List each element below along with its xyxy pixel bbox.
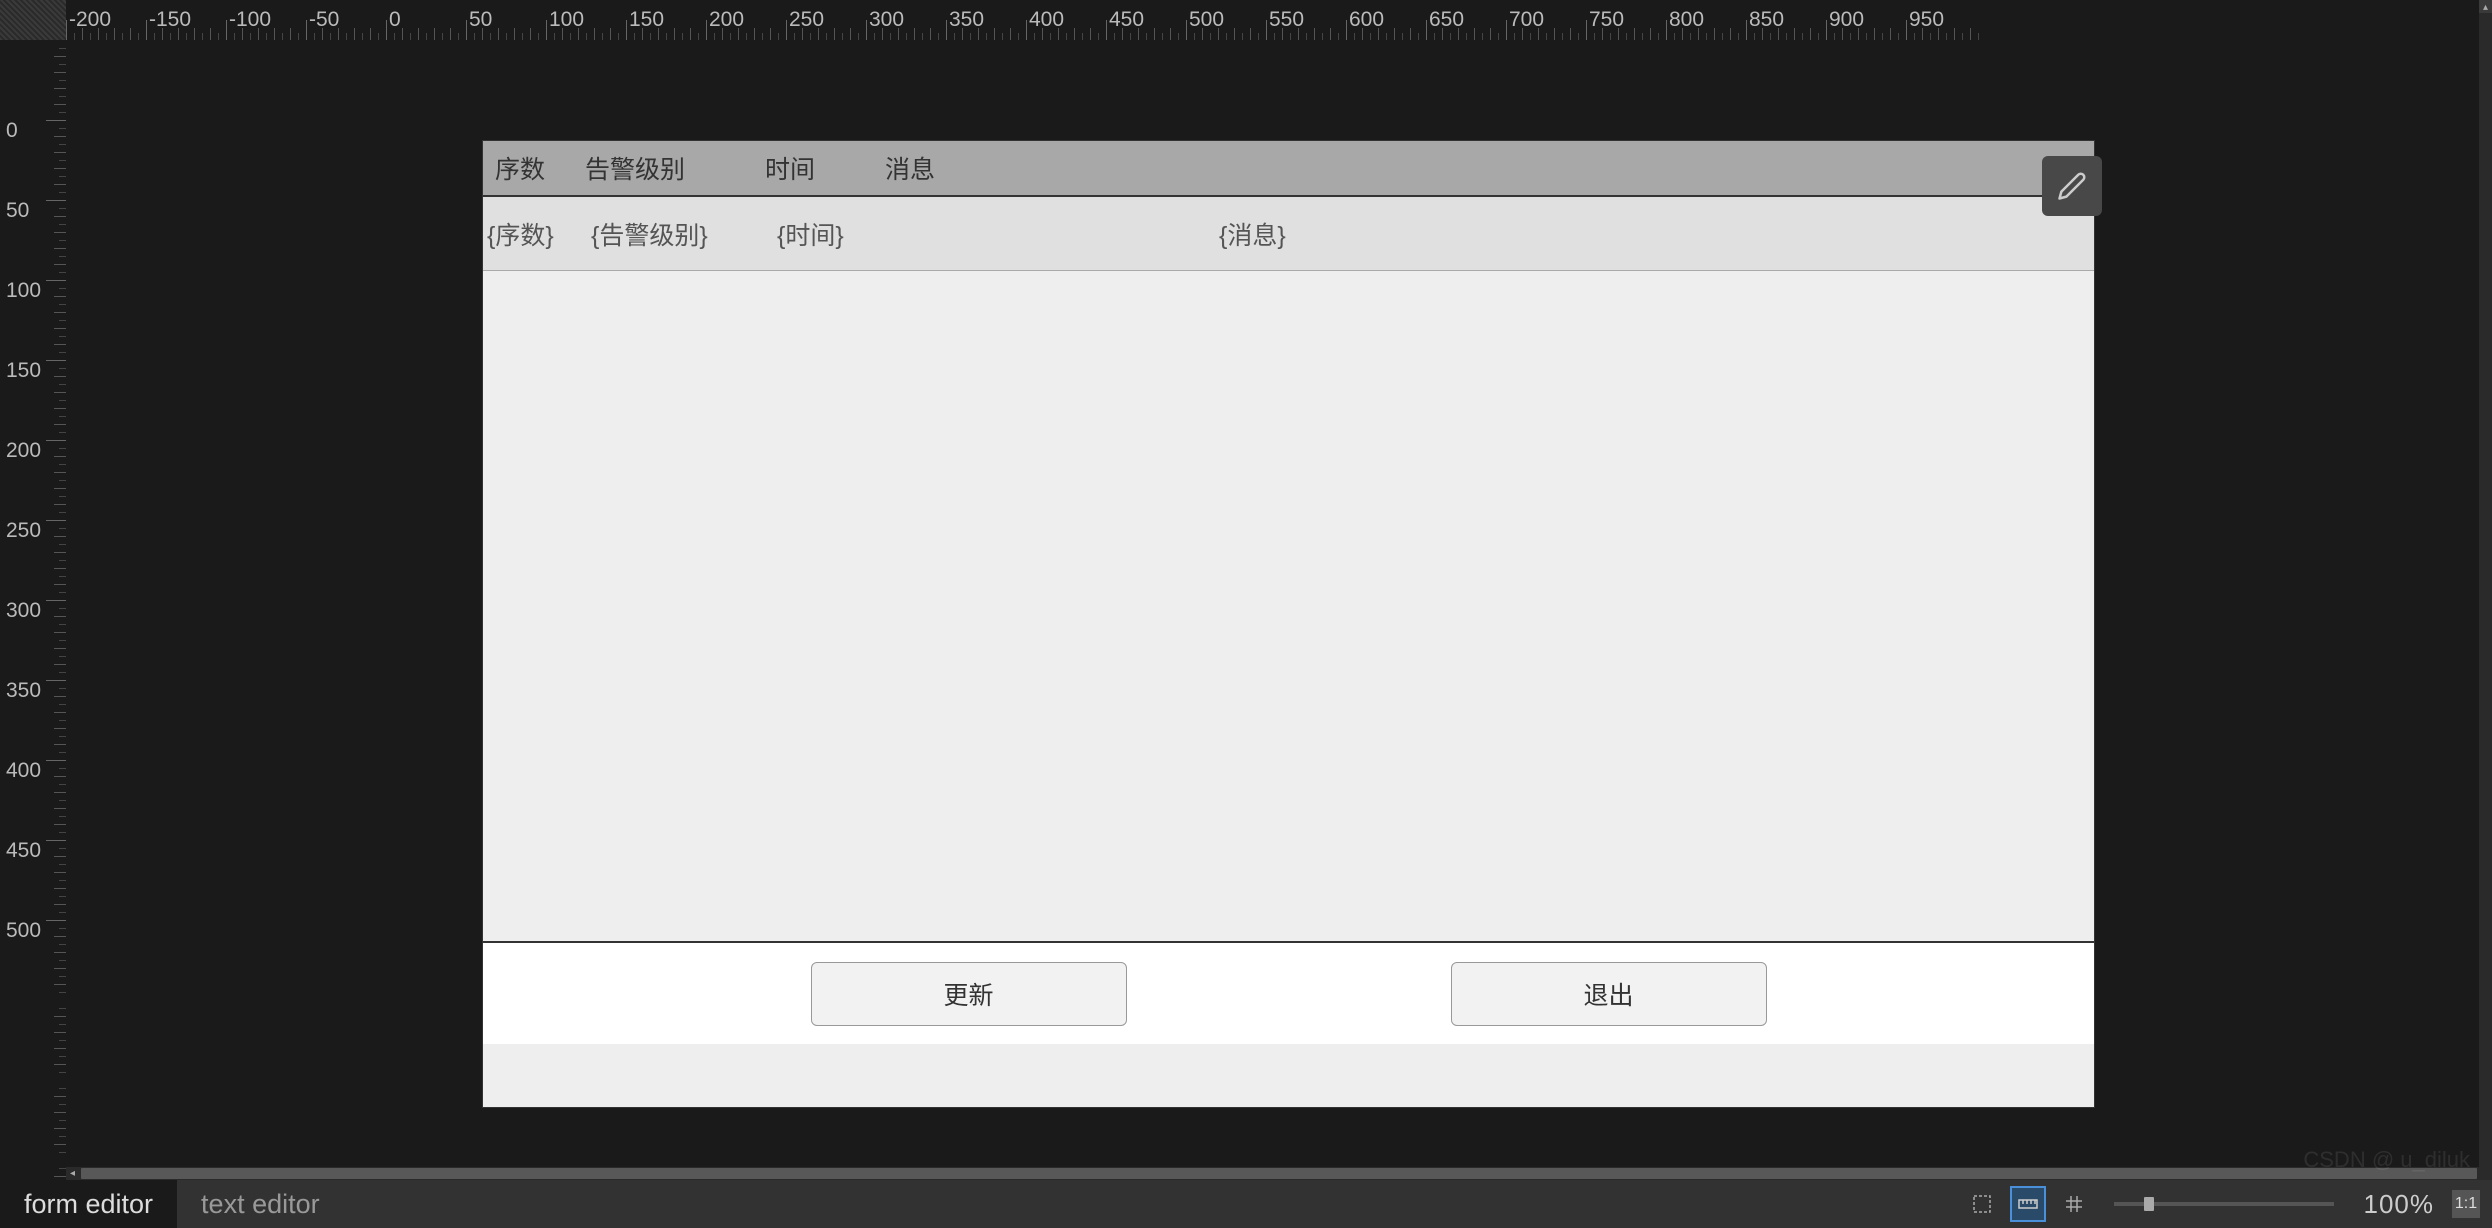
horizontal-scrollbar-thumb[interactable] <box>81 1168 2477 1179</box>
ruler-origin <box>0 0 66 40</box>
grid-tool-button[interactable] <box>2056 1186 2092 1222</box>
ruler-tool-button[interactable] <box>2010 1186 2046 1222</box>
ruler-left-label: 50 <box>6 199 29 223</box>
ruler-left-label: 500 <box>6 919 41 943</box>
form-window[interactable]: 序数 告警级别 时间 消息 / {序数} {告警级别} {时间} {消息} 更新… <box>482 140 2095 1108</box>
ruler-top-label: -200 <box>69 8 111 32</box>
header-col-alarm-level: 告警级别 <box>585 150 765 186</box>
exit-button[interactable]: 退出 <box>1451 962 1767 1026</box>
ruler-left-label: 400 <box>6 759 41 783</box>
ruler-horizontal[interactable]: -200-150-100-500501001502002503003504004… <box>66 0 2479 40</box>
scroll-up-arrow-icon[interactable]: ▴ <box>2481 3 2490 11</box>
table-header-row: 序数 告警级别 时间 消息 / <box>483 141 2094 197</box>
scroll-left-arrow-icon[interactable]: ◂ <box>66 1167 79 1180</box>
header-col-message: 消息 <box>885 150 2052 186</box>
ruler-icon <box>2016 1192 2040 1216</box>
pencil-icon <box>2057 171 2087 201</box>
cell-index-template: {序数} <box>487 216 591 252</box>
header-col-index: 序数 <box>495 150 585 186</box>
ruler-top-label: 50 <box>469 8 492 32</box>
zoom-slider[interactable] <box>2114 1202 2334 1206</box>
ruler-left-label: 350 <box>6 679 41 703</box>
ruler-top-label: -50 <box>309 8 339 32</box>
ruler-left-label: 300 <box>6 599 41 623</box>
ruler-top-label: -100 <box>229 8 271 32</box>
horizontal-scrollbar[interactable]: ◂ <box>66 1167 2479 1180</box>
ruler-left-label: 0 <box>6 119 18 143</box>
cell-alarm-level-template: {告警级别} <box>591 216 777 252</box>
zoom-slider-thumb[interactable] <box>2144 1197 2154 1211</box>
ruler-top-label: 0 <box>389 8 401 32</box>
ruler-left-label: 100 <box>6 279 41 303</box>
header-col-time: 时间 <box>765 150 885 186</box>
vertical-scrollbar[interactable]: ▴ <box>2479 0 2492 1180</box>
ruler-vertical[interactable]: 0 50 100 150 200 250 300 350 400 450 500 <box>0 40 66 1180</box>
ruler-left-label: 150 <box>6 359 41 383</box>
tab-text-editor[interactable]: text editor <box>177 1180 344 1228</box>
selection-tool-button[interactable] <box>1964 1186 2000 1222</box>
table-template-row[interactable]: {序数} {告警级别} {时间} {消息} <box>483 197 2094 271</box>
update-button[interactable]: 更新 <box>811 962 1127 1026</box>
ruler-top-label: -150 <box>149 8 191 32</box>
ruler-left-label: 200 <box>6 439 41 463</box>
grid-icon <box>2062 1192 2086 1216</box>
edit-pencil-button[interactable] <box>2042 156 2102 216</box>
ruler-left-label: 250 <box>6 519 41 543</box>
design-canvas[interactable]: 序数 告警级别 时间 消息 / {序数} {告警级别} {时间} {消息} 更新… <box>66 40 2479 1180</box>
form-footer: 更新 退出 <box>483 943 2094 1044</box>
status-bar: form editor text editor <box>0 1180 2492 1228</box>
status-tools: 100% 1:1 <box>1964 1186 2492 1222</box>
cell-message-template: {消息} <box>1219 216 2090 252</box>
ruler-left-label: 450 <box>6 839 41 863</box>
zoom-reset-button[interactable]: 1:1 <box>2452 1190 2480 1218</box>
tab-form-editor[interactable]: form editor <box>0 1180 177 1228</box>
selection-icon <box>1970 1192 1994 1216</box>
table-body-empty <box>483 271 2094 943</box>
cell-time-template: {时间} <box>777 216 1219 252</box>
zoom-percent-label: 100% <box>2364 1189 2435 1220</box>
